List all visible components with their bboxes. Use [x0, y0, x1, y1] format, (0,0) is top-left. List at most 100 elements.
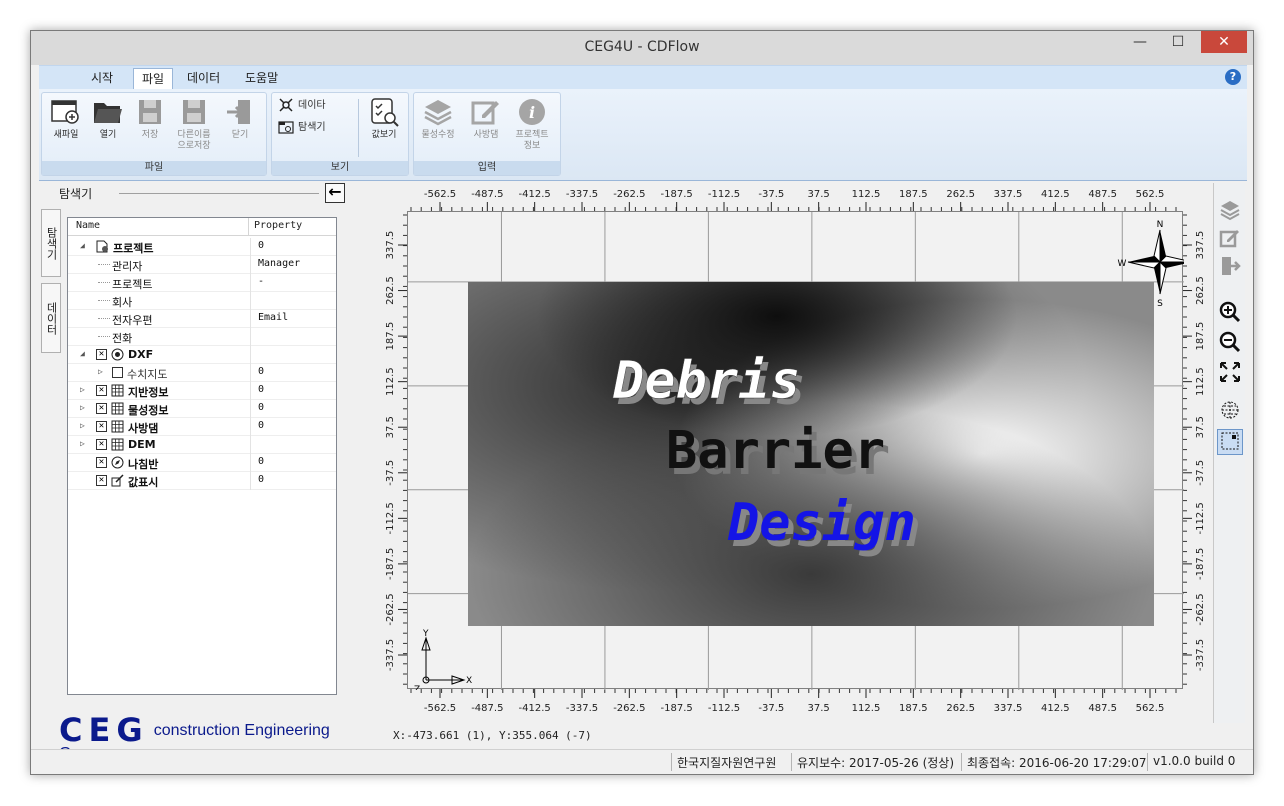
maximize-button[interactable]: ☐ [1163, 31, 1193, 53]
column-divider [250, 364, 251, 382]
axis-x-label: X [466, 676, 472, 686]
tree-row[interactable]: ▷ ✕ 지반정보 0 [68, 382, 336, 400]
tree-row-value[interactable]: Email [258, 312, 288, 323]
tree-row-value[interactable]: 0 [258, 456, 264, 467]
edit-tool-button[interactable] [1217, 227, 1243, 253]
tree-row-value[interactable]: 0 [258, 474, 264, 485]
tree-expander-icon[interactable]: ◢ [80, 241, 85, 250]
tree-row[interactable]: ▷ ✕ 사방댐 0 [68, 418, 336, 436]
tree-row[interactable]: ▷ 수치지도 0 [68, 364, 336, 382]
grid-toggle-button[interactable] [1217, 399, 1243, 425]
tree-row[interactable]: ▷ ✕ DEM [68, 436, 336, 454]
y-tick-label-left: -262.5 [385, 593, 396, 625]
x-tick-label-bottom: 262.5 [946, 703, 975, 714]
zoom-out-button[interactable] [1217, 331, 1243, 357]
axis-y-label: Y [422, 629, 429, 639]
close-file-label: 닫기 [231, 130, 249, 140]
collapse-panel-button[interactable]: ← [325, 183, 345, 203]
tree-checkbox[interactable]: ✕ [96, 421, 107, 432]
property-edit-button[interactable]: 물성수정 [418, 97, 458, 141]
y-tick-label-left: 262.5 [385, 276, 396, 305]
ribbon-group-view: 데이타 탐색기 값보기 보기 [271, 92, 409, 176]
menu-help[interactable]: 도움말 [237, 68, 286, 90]
select-area-button[interactable] [1217, 429, 1243, 455]
tree-expander-icon[interactable]: ▷ [80, 439, 85, 448]
x-tick-label-top: 412.5 [1041, 189, 1070, 200]
tree-row-value[interactable]: 0 [258, 402, 264, 413]
sabo-dam-button[interactable]: 사방댐 [466, 97, 506, 141]
tree-checkbox[interactable]: ✕ [96, 439, 107, 450]
open-button[interactable]: 열기 [88, 97, 128, 141]
menu-file[interactable]: 파일 [133, 68, 174, 90]
project-info-button[interactable]: i 프로젝트 정보 [512, 97, 552, 152]
exit-tool-button[interactable] [1217, 255, 1243, 281]
tree-row[interactable]: ✕ 값표시 0 [68, 472, 336, 490]
status-separator [791, 753, 792, 771]
tree-row[interactable]: ▷ ✕ 물성정보 0 [68, 400, 336, 418]
help-icon[interactable]: ? [1225, 69, 1241, 85]
tree-row[interactable]: 전화 [68, 328, 336, 346]
column-property[interactable]: Property [254, 220, 302, 231]
close-file-button[interactable]: 닫기 [220, 97, 260, 141]
tree-row-value[interactable]: 0 [258, 420, 264, 431]
tree-expander-icon[interactable]: ▷ [80, 421, 85, 430]
tree-row-value[interactable]: 0 [258, 366, 264, 377]
tree-connector [98, 282, 110, 283]
value-view-button[interactable]: 값보기 [364, 97, 404, 141]
tree-row-name: 물성정보 [128, 404, 169, 417]
save-as-button[interactable]: 다른이름 으로저장 [174, 97, 214, 152]
layers-tool-button[interactable] [1217, 199, 1243, 225]
tree-row-name: 수치지도 [127, 368, 168, 381]
tree-row[interactable]: ✕ 나침반 0 [68, 454, 336, 472]
title-bar[interactable]: CEG4U - CDFlow — ☐ ✕ [31, 31, 1253, 65]
tree-row-value[interactable]: - [258, 276, 264, 287]
explorer-panel: 탐색기 ← 탐색기 데이터 Name Property ◢ 프로젝트 0 관리자 Man… [39, 183, 375, 762]
status-separator [961, 753, 962, 771]
plot-canvas[interactable]: Debris Debris Barrier Barrier Design Des… [408, 212, 1201, 695]
fit-extent-button[interactable] [1217, 361, 1243, 387]
tree-row[interactable]: ◢ 프로젝트 0 [68, 238, 336, 256]
data-view-button[interactable]: 데이타 [278, 97, 326, 115]
property-tree[interactable]: Name Property ◢ 프로젝트 0 관리자 Manager 프로젝트 - 회사 전자우… [67, 217, 337, 695]
save-as-icon [183, 100, 205, 124]
tree-row[interactable]: 프로젝트 - [68, 274, 336, 292]
y-tick-label-right: 262.5 [1195, 276, 1206, 305]
x-tick-label-top: 487.5 [1088, 189, 1117, 200]
tree-checkbox[interactable]: ✕ [96, 457, 107, 468]
plot-area[interactable]: Debris Debris Barrier Barrier Design Des… [407, 211, 1201, 695]
tree-row[interactable]: 회사 [68, 292, 336, 310]
tree-expander-icon[interactable]: ▷ [80, 385, 85, 394]
tree-expander-icon[interactable]: ▷ [98, 367, 103, 376]
tree-row-value[interactable]: 0 [258, 240, 264, 251]
tree-checkbox[interactable]: ✕ [96, 475, 107, 486]
ribbon-group-input: 물성수정 사방댐 i 프로젝트 정보 입력 [413, 92, 561, 176]
tree-row[interactable]: ◢ ✕ DXF [68, 346, 336, 364]
tree-checkbox[interactable]: ✕ [96, 349, 107, 360]
save-button[interactable]: 저장 [130, 97, 170, 141]
zoom-in-button[interactable] [1217, 301, 1243, 327]
tree-row-value[interactable]: 0 [258, 384, 264, 395]
new-file-button[interactable]: 새파일 [46, 97, 86, 141]
tab-data[interactable]: 데이터 [41, 283, 61, 353]
tree-row-value[interactable]: Manager [258, 258, 300, 269]
menu-data[interactable]: 데이터 [179, 68, 228, 90]
zoom-in-icon [1219, 301, 1241, 323]
minimize-button[interactable]: — [1125, 31, 1155, 53]
x-tick-label-top: 187.5 [899, 189, 928, 200]
y-tick-label-right: -37.5 [1195, 460, 1206, 486]
explorer-view-button[interactable]: 탐색기 [278, 119, 326, 137]
tab-explorer[interactable]: 탐색기 [41, 209, 61, 277]
menu-start[interactable]: 시작 [83, 68, 121, 90]
x-tick-label-top: 562.5 [1136, 189, 1165, 200]
column-name[interactable]: Name [76, 220, 100, 231]
tree-expander-icon[interactable]: ◢ [80, 349, 85, 358]
x-tick-label-bottom: 37.5 [808, 703, 830, 714]
tree-checkbox[interactable]: ✕ [96, 385, 107, 396]
tree-row[interactable]: 관리자 Manager [68, 256, 336, 274]
tree-expander-icon[interactable]: ▷ [80, 403, 85, 412]
tree-checkbox[interactable] [112, 367, 123, 378]
logo-ceg: CEG [59, 711, 149, 749]
close-button[interactable]: ✕ [1201, 31, 1247, 53]
tree-checkbox[interactable]: ✕ [96, 403, 107, 414]
tree-row[interactable]: 전자우편 Email [68, 310, 336, 328]
